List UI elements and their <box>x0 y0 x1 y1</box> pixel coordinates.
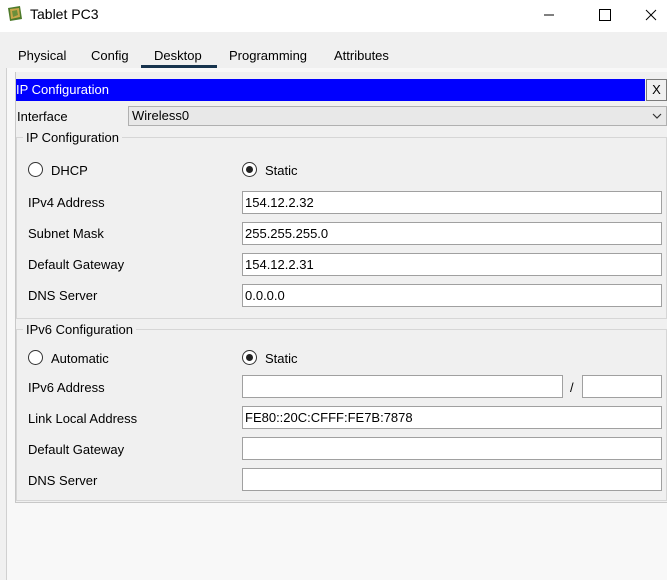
close-icon <box>645 9 657 21</box>
minimize-button[interactable] <box>526 0 572 30</box>
default-gateway-label: Default Gateway <box>28 257 125 272</box>
interface-label: Interface <box>17 109 68 124</box>
interface-select[interactable]: Wireless0 <box>128 106 667 126</box>
static-ipv6-label: Static <box>265 351 298 366</box>
tab-attributes[interactable]: Attributes <box>332 47 391 67</box>
tab-physical[interactable]: Physical <box>16 47 68 67</box>
tab-config[interactable]: Config <box>89 47 131 67</box>
window-title: Tablet PC3 <box>30 6 99 22</box>
close-ip-config-button[interactable]: X <box>646 79 667 101</box>
static-ipv4-radio[interactable] <box>242 162 257 177</box>
automatic-label: Automatic <box>51 351 109 366</box>
subnet-mask-label: Subnet Mask <box>28 226 104 241</box>
close-window-button[interactable] <box>628 0 667 30</box>
ipv6-prefix-input[interactable] <box>582 375 662 398</box>
interface-value: Wireless0 <box>132 108 190 123</box>
static-ipv4-label: Static <box>265 163 298 178</box>
link-local-label: Link Local Address <box>28 411 138 426</box>
dhcp-radio[interactable] <box>28 162 43 177</box>
tablet-pc-icon <box>8 6 22 21</box>
maximize-button[interactable] <box>582 0 628 30</box>
link-local-input[interactable]: FE80::20C:CFFF:FE7B:7878 <box>242 406 662 429</box>
maximize-icon <box>599 9 611 21</box>
ipv6-gateway-input[interactable] <box>242 437 662 460</box>
ipv6-address-input[interactable] <box>242 375 563 398</box>
tab-programming[interactable]: Programming <box>227 47 309 67</box>
ipv4-group-title: IP Configuration <box>23 130 122 145</box>
ipv6-dns-label: DNS Server <box>28 473 98 488</box>
static-ipv6-radio[interactable] <box>242 350 257 365</box>
ipv4-address-label: IPv4 Address <box>28 195 105 210</box>
title-bar: Tablet PC3 <box>0 0 667 30</box>
tab-desktop[interactable]: Desktop <box>152 47 204 67</box>
ip-config-header: IP Configuration <box>16 79 645 101</box>
default-gateway-input[interactable]: 154.12.2.31 <box>242 253 662 276</box>
dns-server-input[interactable]: 0.0.0.0 <box>242 284 662 307</box>
ipv6-gateway-label: Default Gateway <box>28 442 125 457</box>
subnet-mask-input[interactable]: 255.255.255.0 <box>242 222 662 245</box>
ipv6-group-title: IPv6 Configuration <box>23 322 136 337</box>
ipv4-address-input[interactable]: 154.12.2.32 <box>242 191 662 214</box>
ipv6-address-label: IPv6 Address <box>28 380 105 395</box>
ipv6-dns-input[interactable] <box>242 468 662 491</box>
automatic-radio[interactable] <box>28 350 43 365</box>
dhcp-label: DHCP <box>51 163 88 178</box>
dns-server-label: DNS Server <box>28 288 98 303</box>
chevron-down-icon <box>652 113 662 119</box>
minimize-icon <box>544 14 554 16</box>
prefix-separator: / <box>570 380 574 395</box>
